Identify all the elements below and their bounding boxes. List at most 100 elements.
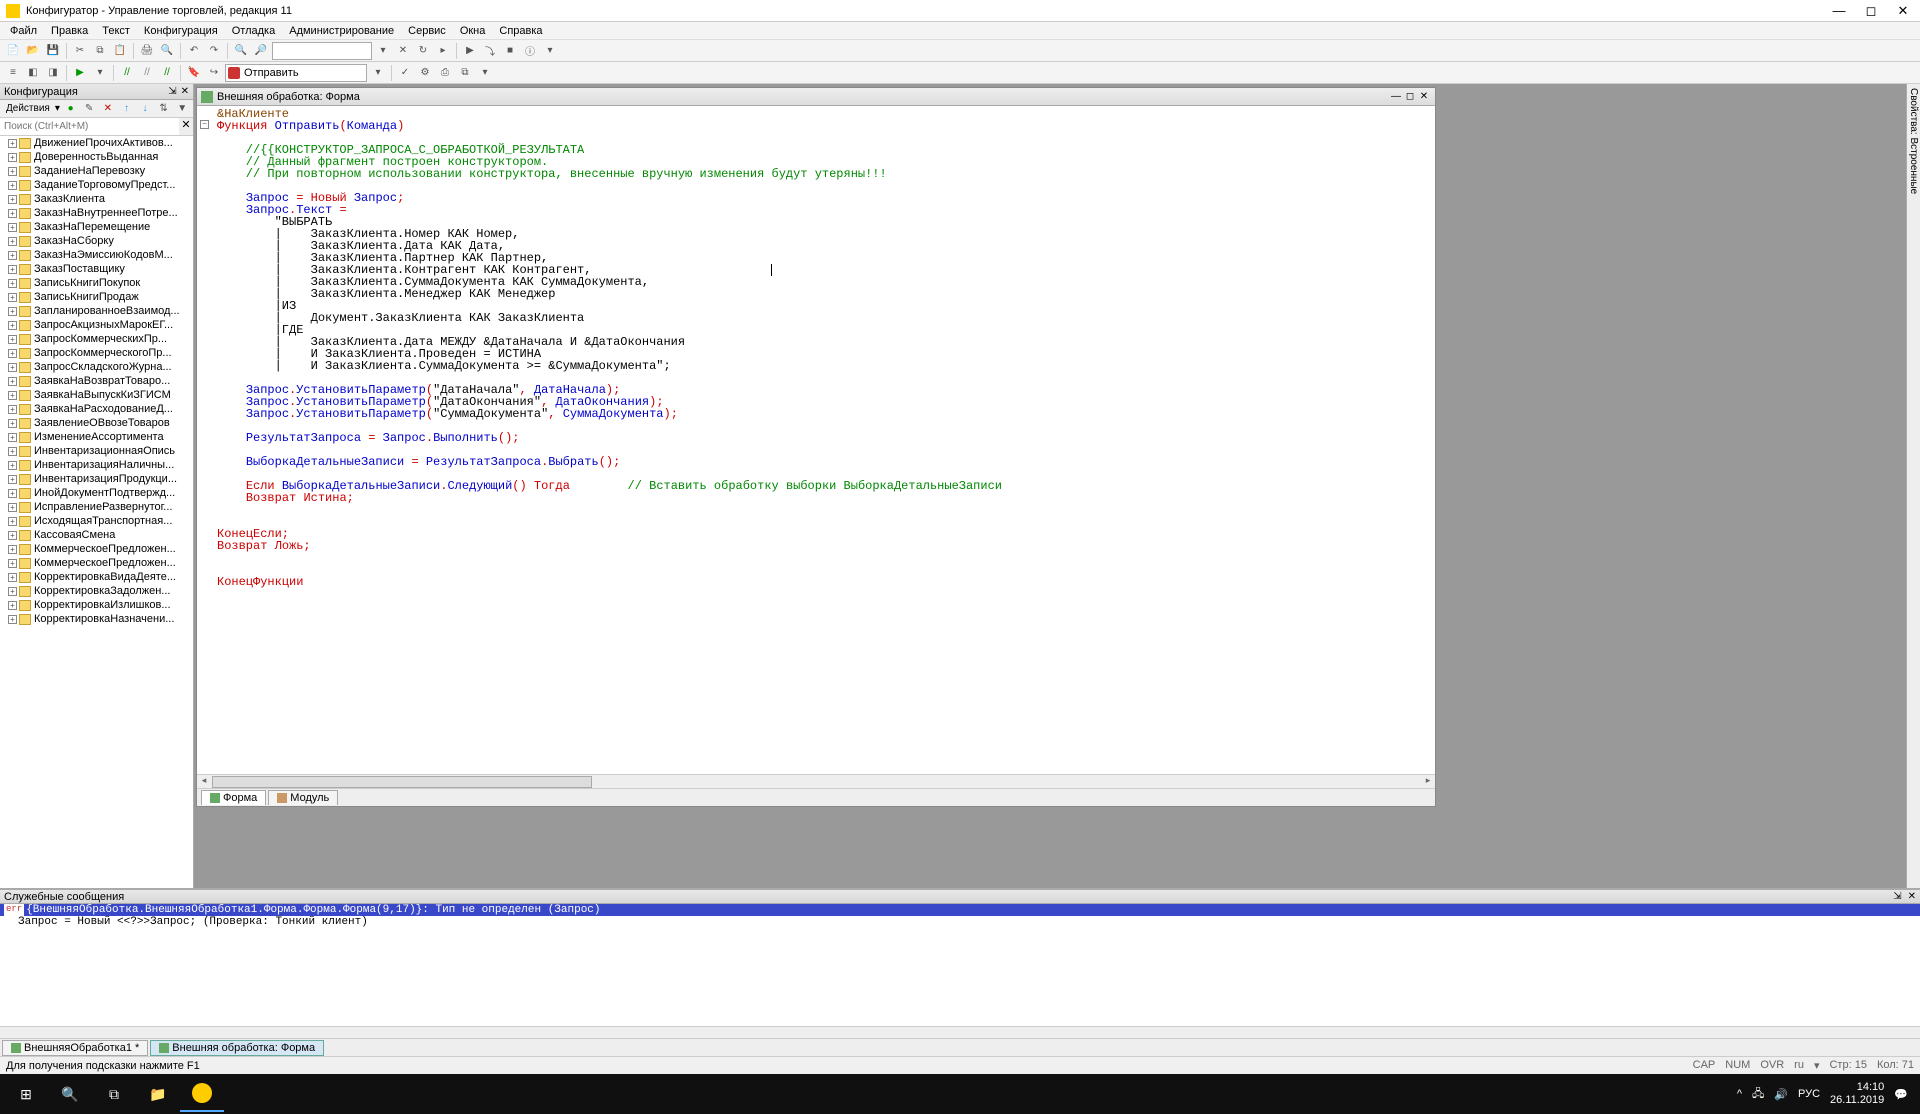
tray-volume-icon[interactable]: 🔊 <box>1774 1088 1788 1101</box>
open-button[interactable]: 📂 <box>24 42 42 60</box>
messages-body[interactable]: err {ВнешняяОбработка.ВнешняяОбработка1.… <box>0 904 1920 1026</box>
config-tree[interactable]: +ДвижениеПрочихАктивов...+ДоверенностьВы… <box>0 136 193 888</box>
search-input[interactable] <box>272 42 372 60</box>
tree-item[interactable]: +ЗаказНаСборку <box>0 234 193 248</box>
code-editor[interactable]: −&НаКлиентеФункция Отправить(Команда) //… <box>197 106 1435 774</box>
redo-button[interactable]: ↷ <box>205 42 223 60</box>
tree-item[interactable]: +ЗапросКоммерческихПр... <box>0 332 193 346</box>
zoom-button[interactable]: 🔎 <box>252 42 270 60</box>
tree-item[interactable]: +КоммерческоеПредложен... <box>0 556 193 570</box>
tb2-syntax3[interactable]: ⎙ <box>436 64 454 82</box>
help-dropdown[interactable]: ▾ <box>541 42 559 60</box>
messages-close[interactable]: ✕ <box>1908 891 1916 902</box>
tb2-btn1[interactable]: ≡ <box>4 64 22 82</box>
debug-step[interactable]: ⤵ <box>481 42 499 60</box>
tree-item[interactable]: +ИнвентаризационнаяОпись <box>0 444 193 458</box>
tree-item[interactable]: +ЗаданиеНаПеревозку <box>0 164 193 178</box>
tree-item[interactable]: +ЗаказПоставщику <box>0 262 193 276</box>
menu-Администрирование[interactable]: Администрирование <box>283 24 400 38</box>
menu-Конфигурация[interactable]: Конфигурация <box>138 24 224 38</box>
lp-add[interactable]: ● <box>62 100 80 118</box>
help-button[interactable]: ⓘ <box>521 42 539 60</box>
config-panel-pin[interactable]: ⇲ <box>168 86 176 97</box>
tree-item[interactable]: +ЗаписьКнигиПокупок <box>0 276 193 290</box>
tb2-bookmark[interactable]: 🔖 <box>185 64 203 82</box>
tree-item[interactable]: +ЗапросКоммерческогоПр... <box>0 346 193 360</box>
tb2-uncomment[interactable]: // <box>138 64 156 82</box>
tree-item[interactable]: +ЗаданиеТорговомуПредст... <box>0 178 193 192</box>
explorer-button[interactable]: 📁 <box>136 1076 180 1112</box>
tree-item[interactable]: +КорректировкаЗадолжен... <box>0 584 193 598</box>
tree-item[interactable]: +ИсправлениеРазвернутог... <box>0 500 193 514</box>
procedure-combo[interactable]: Отправить <box>225 64 367 82</box>
tb2-comment[interactable]: // <box>118 64 136 82</box>
tree-item[interactable]: +ИсходящаяТранспортная... <box>0 514 193 528</box>
config-search-clear[interactable]: ✕ <box>179 118 193 135</box>
tree-item[interactable]: +ЗаказНаЭмиссиюКодовМ... <box>0 248 193 262</box>
search-go[interactable]: ↻ <box>414 42 432 60</box>
maximize-button[interactable]: ◻ <box>1862 3 1880 19</box>
tree-item[interactable]: +ЗаказНаВнутреннееПотре... <box>0 206 193 220</box>
taskview-button[interactable]: ⧉ <box>92 1076 136 1112</box>
tb2-btn3[interactable]: ◨ <box>44 64 62 82</box>
search-button[interactable]: 🔍 <box>48 1076 92 1112</box>
editor-hscroll[interactable]: ◂▸ <box>197 774 1435 788</box>
close-button[interactable]: ✕ <box>1894 3 1912 19</box>
tree-item[interactable]: +ДвижениеПрочихАктивов... <box>0 136 193 150</box>
error-line[interactable]: err {ВнешняяОбработка.ВнешняяОбработка1.… <box>0 904 1920 916</box>
cut-button[interactable]: ✂ <box>71 42 89 60</box>
mdi-minimize[interactable]: — <box>1389 91 1403 102</box>
save-button[interactable]: 💾 <box>44 42 62 60</box>
tree-item[interactable]: +КассоваяСмена <box>0 528 193 542</box>
mdi-maximize[interactable]: ◻ <box>1403 91 1417 102</box>
tb2-comment2[interactable]: // <box>158 64 176 82</box>
new-button[interactable]: 📄 <box>4 42 22 60</box>
tree-item[interactable]: +КорректировкаВидаДеяте... <box>0 570 193 584</box>
tree-item[interactable]: +ЗаявлениеОВвозеТоваров <box>0 416 193 430</box>
tree-item[interactable]: +ЗаказКлиента <box>0 192 193 206</box>
tray-clock[interactable]: 14:10 26.11.2019 <box>1830 1081 1884 1107</box>
search-dropdown[interactable]: ▾ <box>374 42 392 60</box>
lp-up[interactable]: ↑ <box>118 100 136 118</box>
menu-Текст[interactable]: Текст <box>96 24 136 38</box>
tree-item[interactable]: +ЗаявкаНаВыпускКиЗГИСМ <box>0 388 193 402</box>
menu-Файл[interactable]: Файл <box>4 24 43 38</box>
lp-edit[interactable]: ✎ <box>80 100 98 118</box>
tree-item[interactable]: +ЗаказНаПеремещение <box>0 220 193 234</box>
config-panel-close[interactable]: ✕ <box>181 86 189 97</box>
tree-item[interactable]: +ЗаявкаНаРасходованиеД... <box>0 402 193 416</box>
print-button[interactable]: 🖨 <box>138 42 156 60</box>
tree-item[interactable]: +ДоверенностьВыданная <box>0 150 193 164</box>
mdi-close[interactable]: ✕ <box>1417 91 1431 102</box>
debug-start[interactable]: ▶ <box>461 42 479 60</box>
tab-module[interactable]: Модуль <box>268 790 338 805</box>
tree-item[interactable]: +ИнвентаризацияПродукци... <box>0 472 193 486</box>
doctab[interactable]: Внешняя обработка: Форма <box>150 1040 324 1056</box>
tree-item[interactable]: +ЗаписьКнигиПродаж <box>0 290 193 304</box>
lp-sort[interactable]: ⇅ <box>155 100 173 118</box>
tb2-run-dd[interactable]: ▾ <box>91 64 109 82</box>
system-tray[interactable]: ^ 🖧 🔊 РУС 14:10 26.11.2019 💬 <box>1729 1081 1916 1107</box>
messages-hscroll[interactable] <box>0 1026 1920 1038</box>
tb2-btn2[interactable]: ◧ <box>24 64 42 82</box>
start-button[interactable]: ⊞ <box>4 1076 48 1112</box>
tb2-syntax4[interactable]: ⧉ <box>456 64 474 82</box>
tab-form[interactable]: Форма <box>201 790 266 805</box>
tb2-syntax2[interactable]: ⚙ <box>416 64 434 82</box>
paste-button[interactable]: 📋 <box>111 42 129 60</box>
debug-stop[interactable]: ■ <box>501 42 519 60</box>
menu-Правка[interactable]: Правка <box>45 24 94 38</box>
tree-item[interactable]: +ИнвентаризацияНаличны... <box>0 458 193 472</box>
tb2-goto[interactable]: ↪ <box>205 64 223 82</box>
app-taskbar-button[interactable] <box>180 1076 224 1112</box>
preview-button[interactable]: 🔍 <box>158 42 176 60</box>
tree-item[interactable]: +ИнойДокументПодтвержд... <box>0 486 193 500</box>
menu-Отладка[interactable]: Отладка <box>226 24 281 38</box>
tb2-syntax1[interactable]: ✓ <box>396 64 414 82</box>
properties-dock[interactable]: Свойства: Встроенные <box>1906 84 1920 888</box>
tray-network-icon[interactable]: 🖧 <box>1752 1085 1764 1104</box>
tree-item[interactable]: +ЗаявкаНаВозвратТоваро... <box>0 374 193 388</box>
find-button[interactable]: 🔍 <box>232 42 250 60</box>
tree-item[interactable]: +ЗапланированноеВзаимод... <box>0 304 193 318</box>
search-next[interactable]: ▸ <box>434 42 452 60</box>
